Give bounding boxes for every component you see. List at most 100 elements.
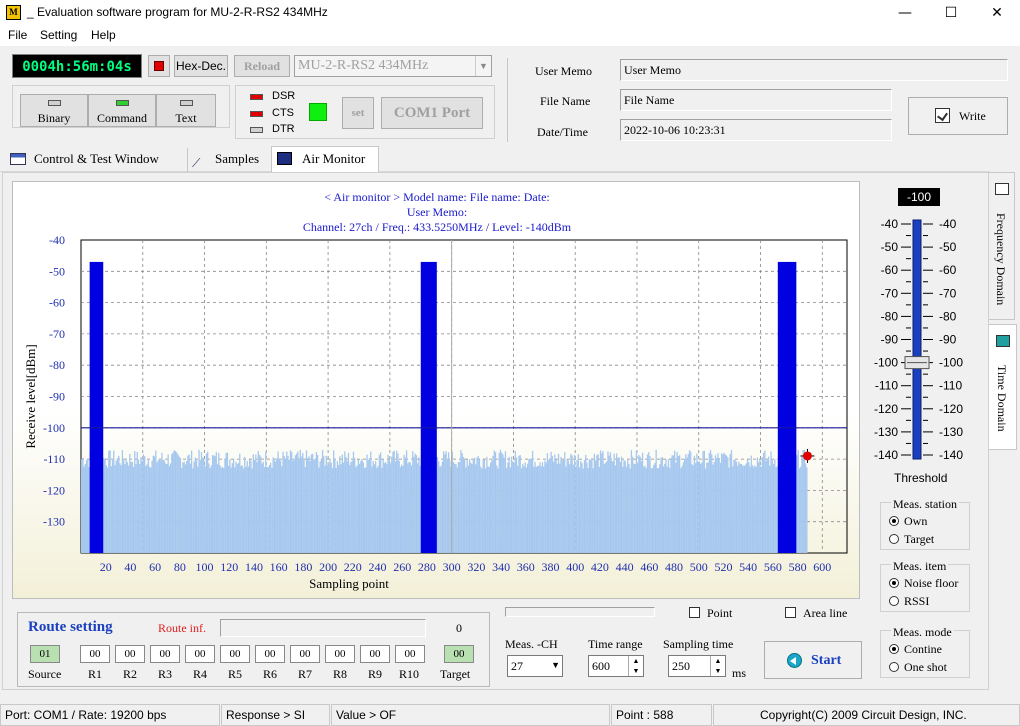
spin-arrows-icon[interactable]: ▲ ▼ bbox=[710, 656, 725, 676]
dsr-label: DSR bbox=[272, 90, 296, 102]
noise-bar bbox=[657, 468, 660, 553]
close-button[interactable]: ✕ bbox=[974, 0, 1020, 26]
route-r8-field[interactable]: 00 bbox=[325, 645, 355, 663]
noise-bar bbox=[147, 460, 150, 553]
tab-time-domain[interactable]: Time Domain bbox=[989, 324, 1017, 450]
radio-rssi[interactable]: RSSI bbox=[889, 594, 929, 609]
noise-bar bbox=[744, 465, 746, 553]
noise-bar bbox=[277, 451, 279, 553]
spin-arrows-icon[interactable]: ▲ ▼ bbox=[628, 656, 643, 676]
radio-own[interactable]: Own bbox=[889, 514, 927, 529]
noise-bar bbox=[405, 450, 408, 553]
noise-bar bbox=[557, 453, 560, 553]
noise-bar bbox=[258, 455, 261, 553]
menu-file[interactable]: File bbox=[8, 28, 27, 42]
noise-bar bbox=[318, 467, 320, 553]
noise-bar bbox=[293, 459, 295, 553]
start-button[interactable]: Start bbox=[764, 641, 862, 679]
model-select[interactable]: MU-2-R-RS2 434MHz ▼ bbox=[294, 55, 492, 77]
command-button[interactable]: Command bbox=[88, 94, 156, 127]
write-button[interactable]: Write bbox=[908, 97, 1008, 135]
noise-bar bbox=[735, 461, 738, 553]
route-r1-field[interactable]: 00 bbox=[80, 645, 110, 663]
user-memo-field[interactable]: User Memo bbox=[620, 59, 1008, 81]
y-tick-label: -80 bbox=[49, 358, 65, 372]
noise-bar bbox=[299, 449, 301, 553]
route-r9-field[interactable]: 00 bbox=[360, 645, 390, 663]
noise-bar bbox=[440, 465, 442, 553]
noise-bar bbox=[630, 450, 633, 553]
write-label: Write bbox=[959, 109, 986, 123]
menu-setting[interactable]: Setting bbox=[40, 28, 77, 42]
noise-bar bbox=[181, 468, 183, 553]
noise-bar bbox=[397, 453, 399, 553]
radio-target[interactable]: Target bbox=[889, 532, 934, 547]
noise-bar bbox=[314, 460, 316, 553]
noise-bar bbox=[583, 460, 586, 553]
menu-help[interactable]: Help bbox=[91, 28, 116, 42]
burst-bar bbox=[89, 261, 104, 553]
point-checkbox-label: Point bbox=[707, 606, 733, 620]
noise-bar bbox=[515, 457, 518, 553]
com-port-button[interactable]: COM1 Port bbox=[381, 97, 483, 129]
route-r2-field[interactable]: 00 bbox=[115, 645, 145, 663]
app-icon[interactable]: M bbox=[6, 5, 21, 20]
noise-bar bbox=[276, 458, 278, 553]
noise-bar bbox=[104, 459, 106, 553]
noise-bar bbox=[337, 465, 340, 553]
noise-bar bbox=[604, 462, 607, 553]
noise-bar bbox=[746, 459, 749, 553]
tab-samples[interactable]: ⟋ Samples bbox=[190, 148, 270, 172]
binary-button[interactable]: Binary bbox=[20, 94, 88, 127]
noise-bar bbox=[640, 461, 642, 553]
route-r6-field[interactable]: 00 bbox=[255, 645, 285, 663]
noise-bar bbox=[543, 466, 545, 553]
noise-bar bbox=[300, 456, 303, 553]
sampling-time-spinner[interactable]: 250 ▲ ▼ bbox=[668, 655, 726, 677]
chevron-down-icon[interactable]: ▼ bbox=[551, 660, 560, 670]
set-button[interactable]: set bbox=[342, 97, 374, 129]
radio-one-shot[interactable]: One shot bbox=[889, 660, 947, 675]
tab-frequency-domain[interactable]: Frequency Domain bbox=[989, 172, 1015, 320]
chevron-down-icon[interactable]: ▼ bbox=[475, 56, 491, 76]
tab-control-test[interactable]: Control & Test Window bbox=[6, 148, 188, 172]
area-line-checkbox[interactable]: Area line bbox=[785, 606, 847, 621]
meas-ch-select[interactable]: 27 ▼ bbox=[507, 655, 563, 677]
air-monitor-icon bbox=[277, 152, 292, 165]
file-name-field[interactable]: File Name bbox=[620, 89, 892, 111]
noise-bar bbox=[643, 466, 645, 553]
route-target-field[interactable]: 00 bbox=[444, 645, 474, 663]
noise-bar bbox=[198, 449, 200, 553]
stop-button[interactable] bbox=[148, 55, 170, 77]
noise-bar bbox=[386, 464, 388, 553]
tab-air-monitor[interactable]: Air Monitor bbox=[271, 146, 379, 172]
noise-bar bbox=[607, 451, 609, 553]
text-button[interactable]: Text bbox=[156, 94, 216, 127]
r9-label: R9 bbox=[368, 667, 383, 681]
noise-bar bbox=[714, 455, 717, 553]
route-r3-field[interactable]: 00 bbox=[150, 645, 180, 663]
x-tick-label: 60 bbox=[149, 560, 161, 574]
noise-bar bbox=[267, 467, 269, 553]
time-range-spinner[interactable]: 600 ▲ ▼ bbox=[588, 655, 644, 677]
reload-button[interactable]: Reload bbox=[234, 55, 290, 77]
hexdec-button[interactable]: Hex-Dec. bbox=[174, 55, 228, 77]
minimize-button[interactable]: — bbox=[882, 0, 928, 26]
point-checkbox[interactable]: Point bbox=[689, 606, 732, 621]
route-r10-field[interactable]: 00 bbox=[395, 645, 425, 663]
route-r4-field[interactable]: 00 bbox=[185, 645, 215, 663]
route-r7-field[interactable]: 00 bbox=[290, 645, 320, 663]
noise-bar bbox=[718, 457, 720, 553]
threshold-slider[interactable]: -40 -40 -50 -50 -60 -60 -70 -70 -80 -80 -90 -90 -100… bbox=[870, 212, 980, 462]
noise-bar bbox=[183, 461, 185, 553]
noise-bar bbox=[608, 455, 610, 553]
maximize-button[interactable]: ☐ bbox=[928, 0, 974, 26]
radio-contine[interactable]: Contine bbox=[889, 642, 942, 657]
noise-bar bbox=[186, 461, 188, 553]
noise-bar bbox=[561, 460, 563, 553]
route-r5-field[interactable]: 00 bbox=[220, 645, 250, 663]
r6-label: R6 bbox=[263, 667, 278, 681]
radio-noise-floor[interactable]: Noise floor bbox=[889, 576, 958, 591]
noise-bar bbox=[323, 456, 325, 553]
route-source-field[interactable]: 01 bbox=[30, 645, 60, 663]
